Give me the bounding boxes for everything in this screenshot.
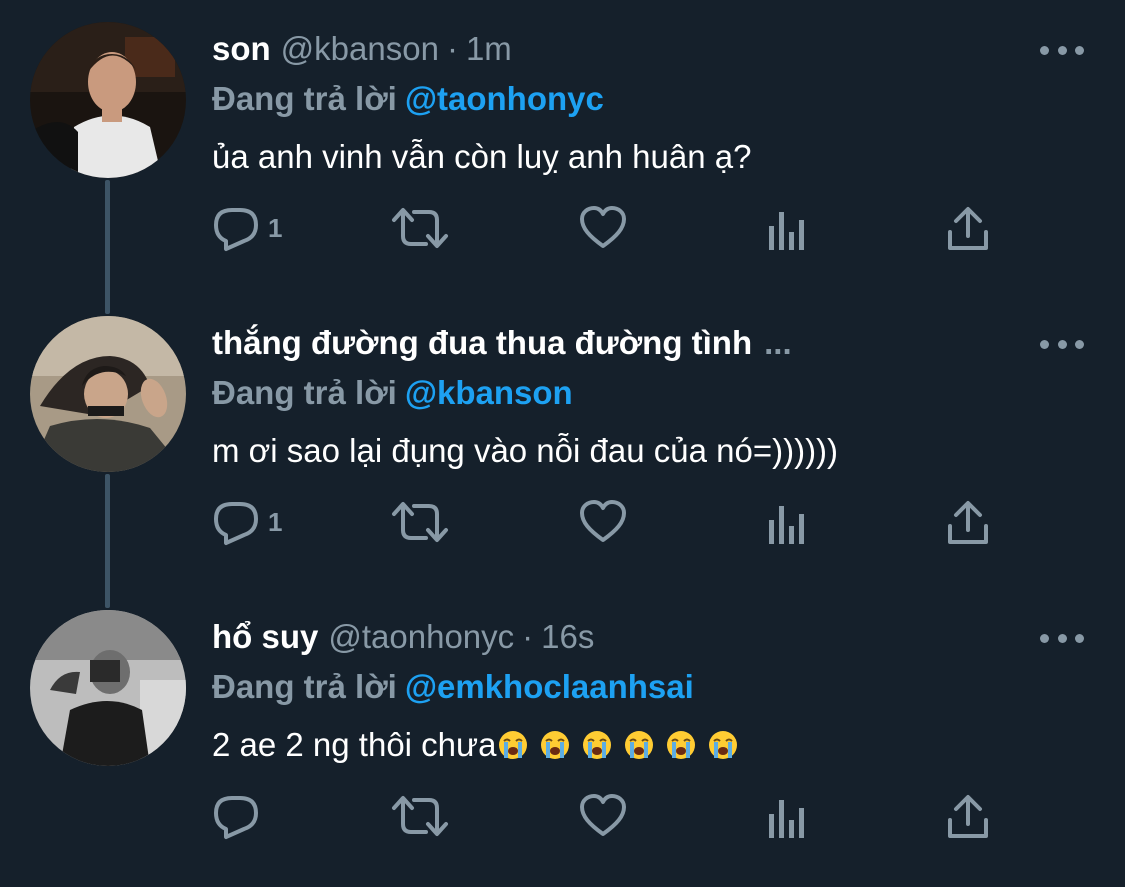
share-button[interactable] (946, 492, 990, 552)
tweet[interactable]: thắng đường đua thua đường tình ... Đang… (0, 294, 1125, 584)
replying-to-label: Đang trả lời (212, 80, 397, 117)
tweet-header: hổ suy @taonhonyc · 16s (212, 618, 594, 662)
tweet-actions: 1 (212, 492, 1012, 552)
timestamp[interactable]: 1m (466, 30, 512, 68)
tweet[interactable]: hổ suy @taonhonyc · 16s Đang trả lời @emk… (0, 588, 1125, 878)
loudly-crying-face-icon (499, 731, 528, 759)
retweet-button[interactable] (390, 198, 450, 258)
display-name[interactable]: hổ suy (212, 618, 318, 656)
reply-button[interactable]: 1 (212, 198, 282, 258)
tweet-text-body: 2 ae 2 ng thôi chưa (212, 726, 497, 763)
analytics-icon (767, 792, 807, 840)
like-button[interactable] (579, 786, 627, 846)
retweet-icon (390, 792, 450, 840)
retweet-icon (390, 204, 450, 252)
retweet-icon (390, 498, 450, 546)
tweet-actions: 1 (212, 198, 1012, 258)
user-handle[interactable]: @taonhonyc (328, 618, 514, 656)
analytics-button[interactable] (767, 786, 807, 846)
reply-icon (212, 204, 260, 252)
loudly-crying-face-icon (709, 731, 738, 759)
loudly-crying-face-icon (625, 731, 654, 759)
display-name[interactable]: thắng đường đua thua đường tình (212, 324, 752, 362)
heart-icon (579, 498, 627, 546)
tweet-text: 2 ae 2 ng thôi chưa (212, 726, 738, 764)
separator: · (522, 618, 534, 655)
emoji-row (496, 726, 738, 763)
analytics-button[interactable] (767, 198, 807, 258)
timestamp[interactable]: 16s (541, 618, 594, 656)
share-icon (946, 498, 990, 546)
replying-to: Đang trả lời @kbanson (212, 374, 573, 412)
tweet-text: ủa anh vinh vẫn còn luỵ anh huân ạ? (212, 138, 752, 175)
separator: · (446, 30, 458, 67)
analytics-icon (767, 498, 807, 546)
replying-to: Đang trả lời @taonhonyc (212, 80, 604, 118)
like-button[interactable] (579, 198, 627, 258)
tweet-text: m ơi sao lại đụng vào nỗi đau của nó=)))… (212, 432, 839, 469)
share-button[interactable] (946, 198, 990, 258)
reply-button[interactable] (212, 786, 260, 846)
retweet-button[interactable] (390, 492, 450, 552)
tweet-actions (212, 786, 1012, 846)
replying-to-label: Đang trả lời (212, 374, 397, 411)
share-icon (946, 792, 990, 840)
replying-to: Đang trả lời @emkhoclaanhsai (212, 668, 694, 706)
reply-icon (212, 498, 260, 546)
share-icon (946, 204, 990, 252)
mention-link[interactable]: @taonhonyc (405, 80, 604, 117)
reply-icon (212, 792, 260, 840)
more-horizontal-icon[interactable] (1040, 624, 1084, 652)
tweet-header: thắng đường đua thua đường tình ... (212, 324, 792, 368)
more-horizontal-icon[interactable] (1040, 36, 1084, 64)
mention-link[interactable]: @emkhoclaanhsai (405, 668, 694, 705)
display-name[interactable]: son (212, 30, 271, 68)
avatar[interactable] (30, 610, 186, 766)
like-button[interactable] (579, 492, 627, 552)
replying-to-label: Đang trả lời (212, 668, 397, 705)
heart-icon (579, 792, 627, 840)
mention-link[interactable]: @kbanson (405, 374, 573, 411)
reply-button[interactable]: 1 (212, 492, 282, 552)
loudly-crying-face-icon (541, 731, 570, 759)
more-horizontal-icon[interactable] (1040, 330, 1084, 358)
heart-icon (579, 204, 627, 252)
analytics-button[interactable] (767, 492, 807, 552)
avatar[interactable] (30, 22, 186, 178)
name-overflow: ... (764, 324, 792, 361)
tweet[interactable]: son @kbanson · 1m Đang trả lời @taonhonyc… (0, 0, 1125, 290)
loudly-crying-face-icon (667, 731, 696, 759)
reply-count: 1 (268, 506, 283, 537)
loudly-crying-face-icon (583, 731, 612, 759)
tweet-header: son @kbanson · 1m (212, 30, 512, 74)
share-button[interactable] (946, 786, 990, 846)
user-handle[interactable]: @kbanson (281, 30, 439, 68)
avatar[interactable] (30, 316, 186, 472)
reply-count: 1 (268, 212, 283, 243)
analytics-icon (767, 204, 807, 252)
retweet-button[interactable] (390, 786, 450, 846)
